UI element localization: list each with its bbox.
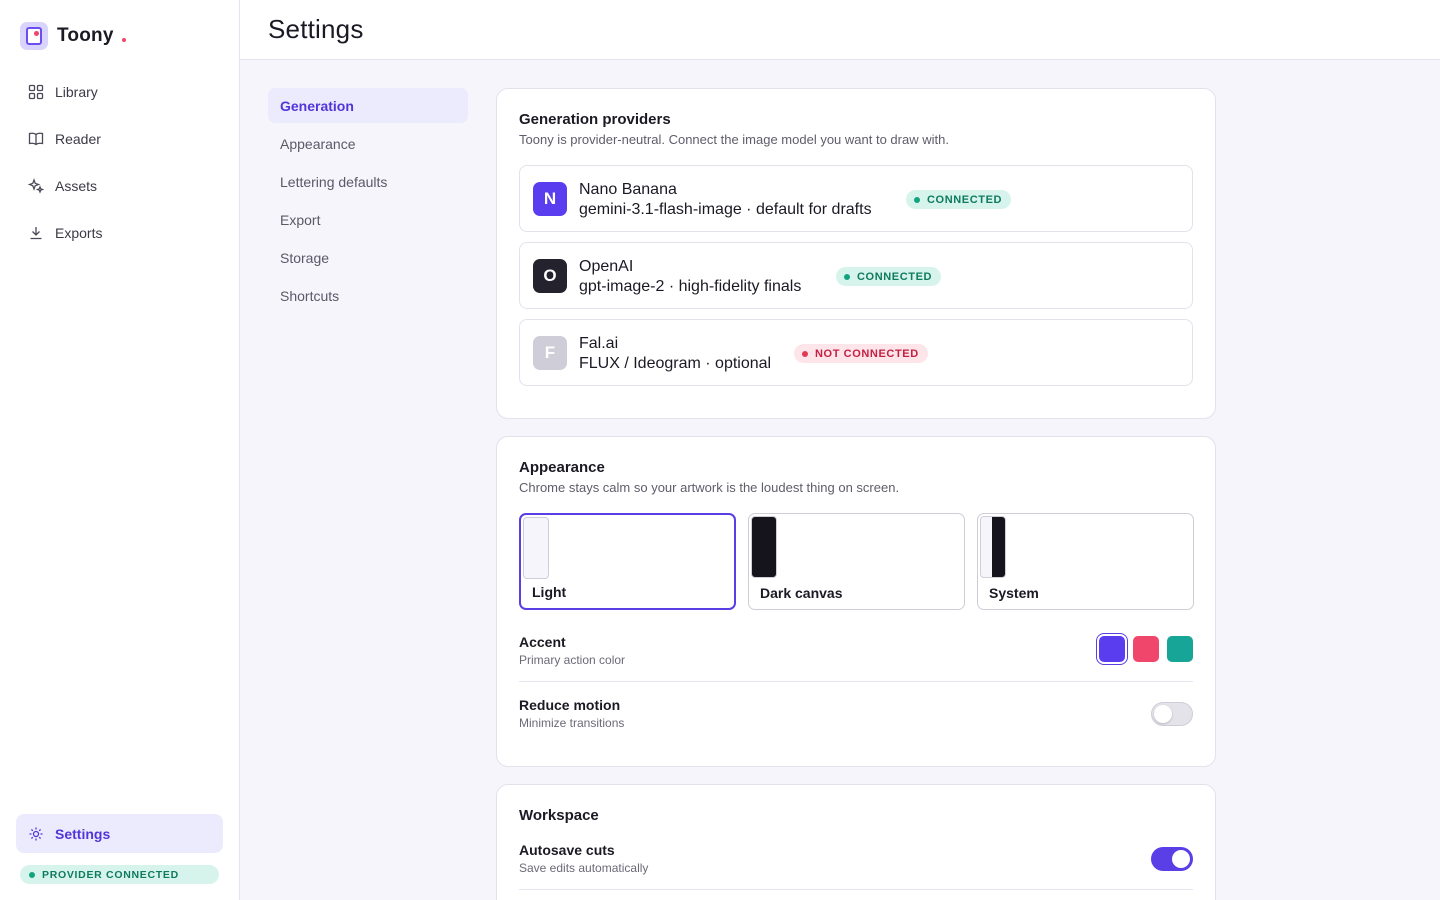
- provider-name: Fal.ai: [579, 335, 619, 352]
- subnav-shortcuts[interactable]: Shortcuts: [268, 278, 468, 313]
- theme-option-light[interactable]: Light: [519, 513, 736, 610]
- accent-swatch-pink[interactable]: [1133, 636, 1159, 662]
- status-dot-icon: [802, 350, 808, 357]
- sidebar-item-label: Library: [55, 84, 98, 100]
- appearance-card: Appearance Chrome stays calm so your art…: [496, 436, 1216, 767]
- brand-dot-icon: [121, 38, 126, 42]
- autosave-title: Autosave cuts: [519, 842, 615, 858]
- status-badge: CONNECTED: [906, 190, 1012, 209]
- sidebar-item-label: Settings: [55, 825, 111, 842]
- status-badge: NOT CONNECTED: [794, 344, 928, 363]
- status-badge: CONNECTED: [836, 267, 942, 286]
- sidebar-item-label: Exports: [55, 225, 103, 241]
- subnav-appearance[interactable]: Appearance: [268, 126, 468, 161]
- theme-label: System: [989, 585, 1039, 601]
- autosave-subtitle: Save edits automatically: [519, 861, 649, 875]
- sidebar-item-library[interactable]: Library: [16, 75, 223, 109]
- app-logo-icon: [20, 22, 48, 50]
- theme-label: Light: [532, 584, 567, 600]
- theme-preview: [980, 516, 1006, 578]
- divider: [519, 681, 1193, 682]
- book-icon: [28, 131, 44, 147]
- sidebar-item-assets[interactable]: Assets: [16, 169, 223, 203]
- workspace-card: Workspace Autosave cuts Save edits autom…: [496, 784, 1216, 900]
- provider-status-badge: PROVIDER CONNECTED: [20, 865, 219, 884]
- gear-icon: [28, 826, 44, 842]
- status-text: NOT CONNECTED: [815, 347, 919, 360]
- grid-icon: [28, 84, 44, 100]
- toggle-knob: [1154, 705, 1172, 723]
- provider-avatar: F: [533, 336, 567, 370]
- sidebar-item-label: Reader: [55, 131, 101, 147]
- reduce-motion-toggle[interactable]: [1151, 702, 1193, 726]
- app-name: Toony: [57, 25, 114, 46]
- provider-detail: FLUX / Ideogram · optional: [579, 355, 772, 372]
- provider-detail: gpt-image-2 · high-fidelity finals: [579, 278, 802, 295]
- section-title: Appearance: [519, 459, 605, 476]
- sparkle-icon: [28, 178, 44, 194]
- theme-preview: [751, 516, 777, 578]
- brand[interactable]: Toony: [20, 22, 126, 50]
- provider-name: OpenAI: [579, 258, 634, 275]
- sidebar: Toony Library Reader Assets Exports Sett…: [0, 0, 240, 900]
- sidebar-item-label: Assets: [55, 178, 98, 194]
- page-title: Settings: [268, 14, 364, 44]
- theme-option-system[interactable]: System: [977, 513, 1194, 610]
- provider-row-openai[interactable]: O OpenAI gpt-image-2 · high-fidelity fin…: [519, 242, 1193, 309]
- status-dot-icon: [844, 273, 850, 280]
- accent-swatch-purple[interactable]: [1099, 636, 1125, 662]
- provider-row-nano-banana[interactable]: N Nano Banana gemini-3.1-flash-image · d…: [519, 165, 1193, 232]
- section-description: Toony is provider-neutral. Connect the i…: [519, 132, 949, 147]
- section-description: Chrome stays calm so your artwork is the…: [519, 480, 900, 495]
- theme-preview: [523, 517, 549, 579]
- sidebar-item-exports[interactable]: Exports: [16, 216, 223, 250]
- provider-name: Nano Banana: [579, 181, 677, 198]
- provider-text: Fal.ai FLUX / Ideogram · optional: [579, 334, 771, 374]
- status-text: CONNECTED: [927, 193, 1003, 206]
- autosave-toggle[interactable]: [1151, 847, 1193, 871]
- provider-text: OpenAI gpt-image-2 · high-fidelity final…: [579, 257, 801, 297]
- section-title: Workspace: [519, 807, 599, 824]
- top-bar: Settings: [240, 0, 1440, 60]
- download-icon: [28, 225, 44, 241]
- provider-avatar: N: [533, 182, 567, 216]
- generation-providers-card: Generation providers Toony is provider-n…: [496, 88, 1216, 419]
- subnav-lettering-defaults[interactable]: Lettering defaults: [268, 164, 468, 199]
- section-title: Generation providers: [519, 111, 671, 128]
- divider: [519, 889, 1193, 890]
- accent-title: Accent: [519, 634, 566, 650]
- accent-subtitle: Primary action color: [519, 653, 626, 667]
- toggle-knob: [1172, 850, 1190, 868]
- provider-detail: gemini-3.1-flash-image · default for dra…: [579, 201, 872, 218]
- theme-label: Dark canvas: [760, 585, 843, 601]
- sidebar-nav: Library Reader Assets Exports: [16, 75, 223, 263]
- status-text: CONNECTED: [857, 270, 933, 283]
- reduce-motion-subtitle: Minimize transitions: [519, 716, 625, 730]
- provider-status-text: PROVIDER CONNECTED: [42, 868, 179, 881]
- accent-swatch-teal[interactable]: [1167, 636, 1193, 662]
- subnav-export[interactable]: Export: [268, 202, 468, 237]
- reduce-motion-title: Reduce motion: [519, 697, 621, 713]
- settings-subnav: Generation Appearance Lettering defaults…: [268, 88, 468, 316]
- theme-option-dark-canvas[interactable]: Dark canvas: [748, 513, 965, 610]
- subnav-storage[interactable]: Storage: [268, 240, 468, 275]
- status-dot-icon: [914, 196, 920, 203]
- provider-avatar: O: [533, 259, 567, 293]
- status-dot-icon: [29, 871, 35, 878]
- provider-row-fal-ai[interactable]: F Fal.ai FLUX / Ideogram · optional NOT …: [519, 319, 1193, 386]
- subnav-generation[interactable]: Generation: [268, 88, 468, 123]
- sidebar-item-settings[interactable]: Settings: [16, 814, 223, 853]
- sidebar-item-reader[interactable]: Reader: [16, 122, 223, 156]
- provider-text: Nano Banana gemini-3.1-flash-image · def…: [579, 180, 872, 220]
